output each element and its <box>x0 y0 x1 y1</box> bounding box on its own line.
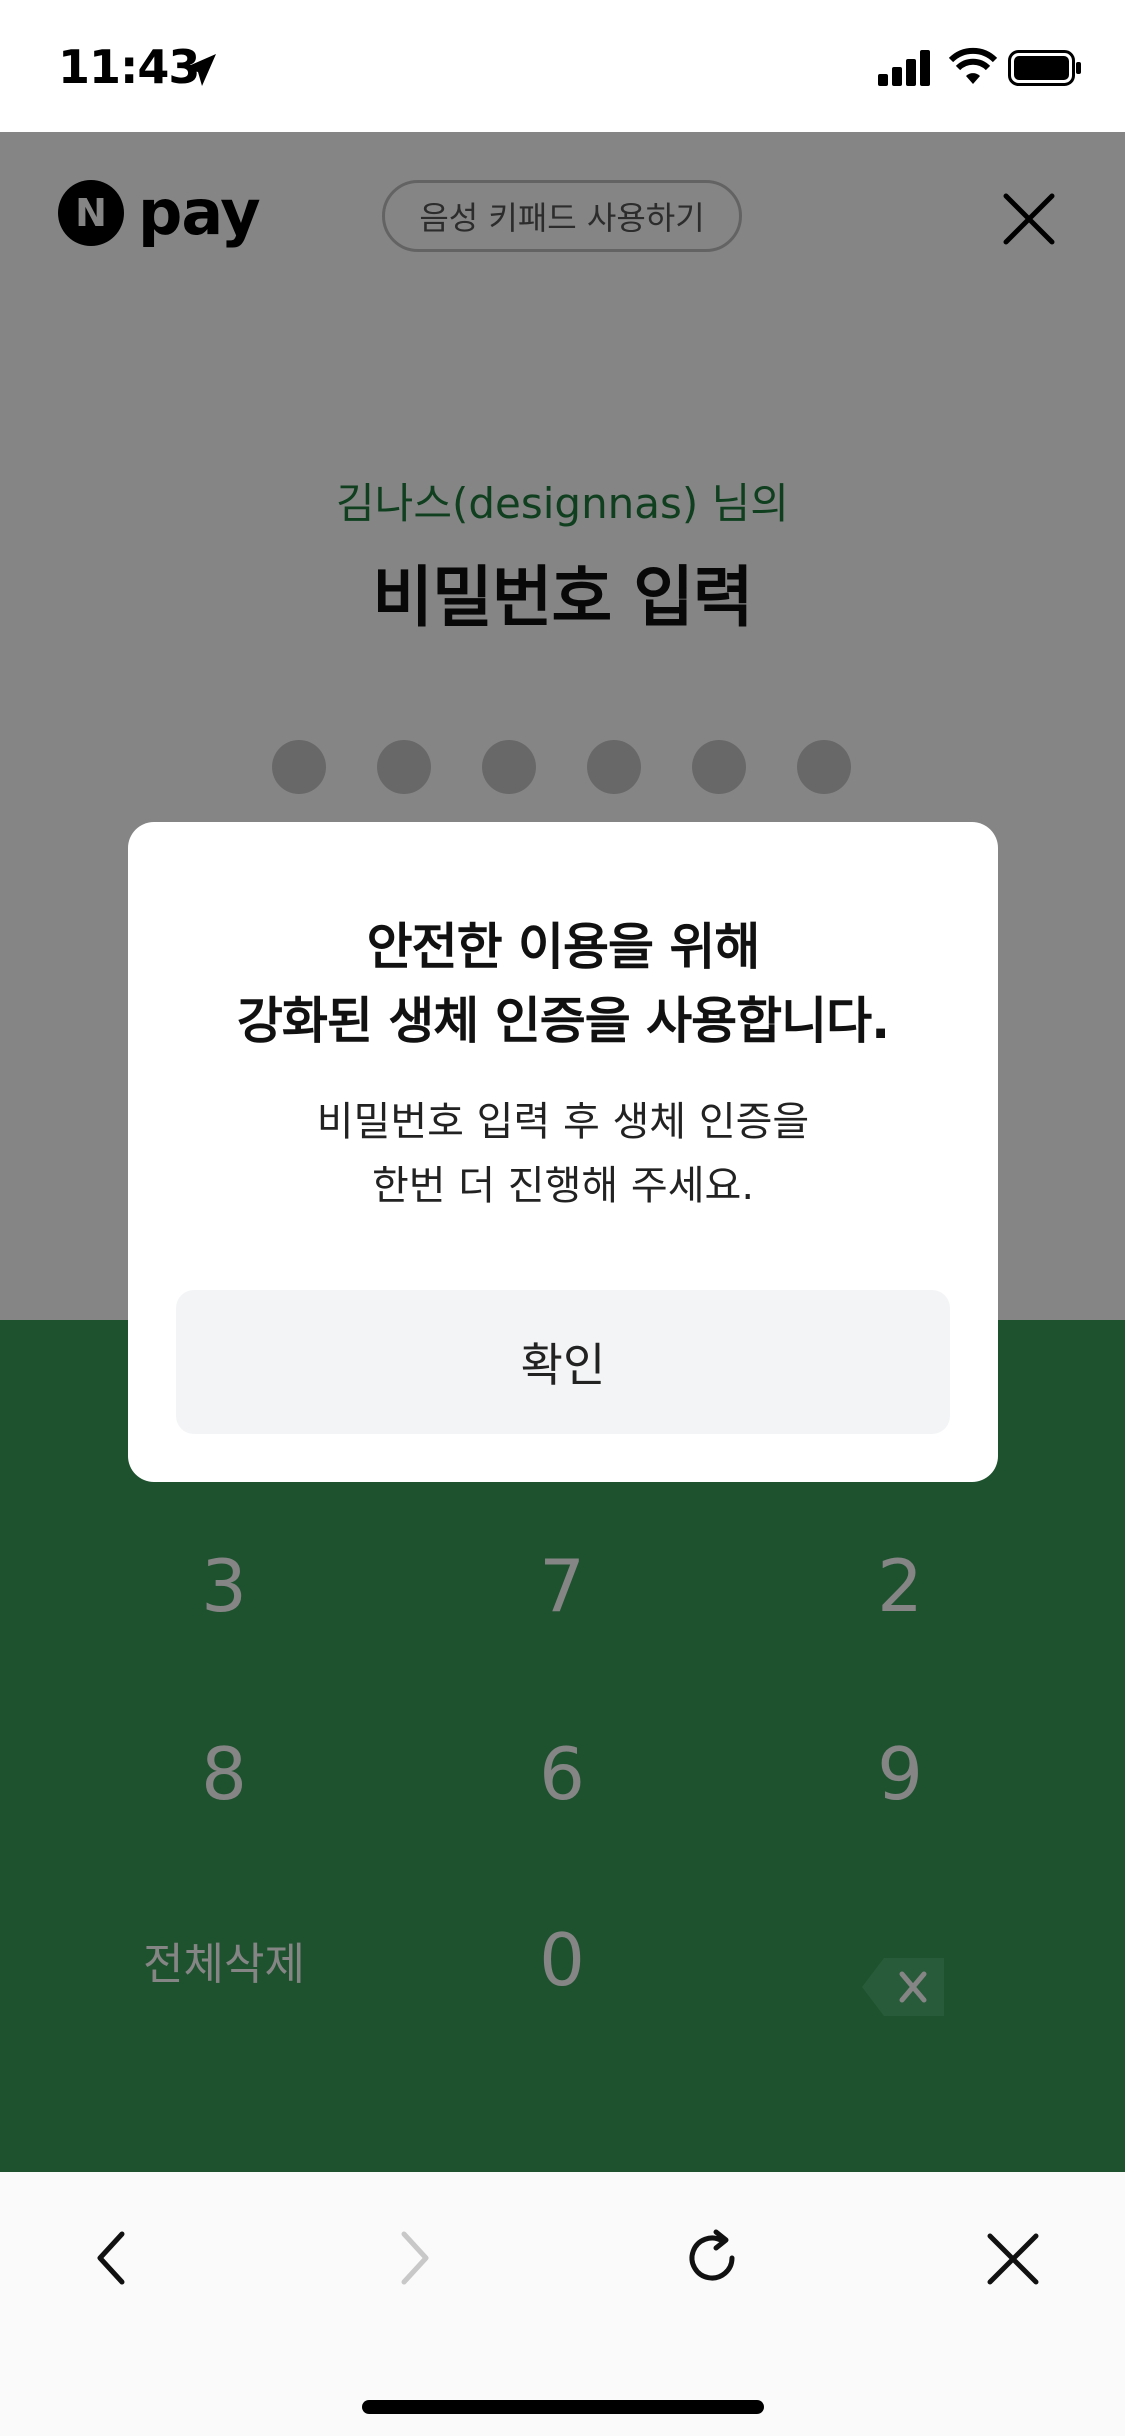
dialog-title-line: 안전한 이용을 위해 <box>366 918 761 976</box>
dialog-title: 안전한 이용을 위해 강화된 생체 인증을 사용합니다. <box>128 910 998 1058</box>
location-arrow-icon <box>184 54 216 86</box>
browser-toolbar <box>0 2172 1125 2436</box>
dialog-message-line: 비밀번호 입력 후 생체 인증을 <box>316 1099 810 1145</box>
status-bar: 11:43 <box>0 0 1125 132</box>
forward-icon[interactable] <box>390 2228 438 2288</box>
status-time: 11:43 <box>58 40 200 94</box>
dialog-title-line: 강화된 생체 인증을 사용합니다. <box>236 992 890 1050</box>
home-indicator <box>362 2400 764 2414</box>
battery-icon <box>1008 50 1081 86</box>
dialog-message-line: 한번 더 진행해 주세요. <box>371 1163 755 1209</box>
biometric-notice-dialog: 안전한 이용을 위해 강화된 생체 인증을 사용합니다. 비밀번호 입력 후 생… <box>128 822 998 1482</box>
dialog-message: 비밀번호 입력 후 생체 인증을 한번 더 진행해 주세요. <box>128 1090 998 1218</box>
confirm-button[interactable]: 확인 <box>176 1290 950 1434</box>
back-icon[interactable] <box>88 2228 136 2288</box>
close-browser-icon[interactable] <box>984 2228 1042 2288</box>
cellular-signal-icon <box>878 50 930 86</box>
refresh-icon[interactable] <box>682 2228 742 2288</box>
wifi-icon <box>948 47 998 84</box>
